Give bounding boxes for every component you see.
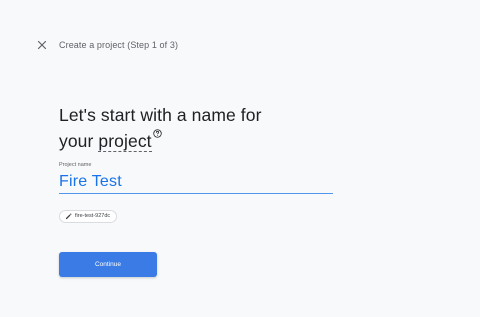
- project-id-text: fire-test-927dc: [75, 213, 111, 219]
- wizard-header: Create a project (Step 1 of 3): [0, 0, 480, 90]
- pencil-icon: [65, 213, 72, 220]
- close-button[interactable]: [35, 38, 49, 52]
- project-name-input[interactable]: [59, 169, 333, 193]
- project-name-label: Project name: [59, 162, 92, 168]
- continue-button[interactable]: Continue: [59, 252, 157, 277]
- project-term-link[interactable]: project: [98, 131, 152, 152]
- help-circle-icon: [152, 129, 162, 138]
- project-name-field: Project name: [59, 162, 333, 194]
- step-title: Create a project (Step 1 of 3): [59, 40, 179, 50]
- close-icon: [37, 40, 47, 50]
- heading-prefix: your: [59, 131, 99, 151]
- help-button[interactable]: [152, 129, 162, 138]
- project-name-underline: [59, 193, 333, 194]
- page-heading: Let's start with a name for your project: [59, 102, 359, 154]
- heading-line-1: Let's start with a name for: [59, 105, 262, 125]
- heading-line-2: your project: [59, 128, 359, 154]
- project-id-chip[interactable]: fire-test-927dc: [59, 210, 118, 223]
